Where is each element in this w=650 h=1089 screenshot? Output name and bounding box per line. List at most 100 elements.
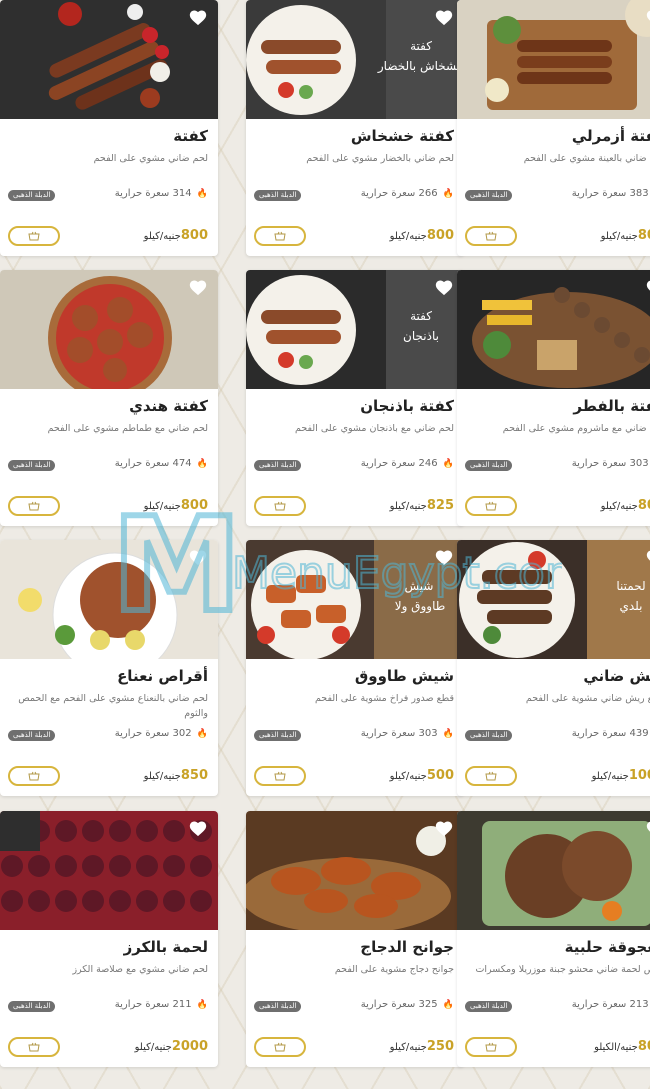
food-image: شيش طاووق ولا bbox=[246, 540, 464, 659]
price-value: 825 bbox=[426, 498, 454, 513]
status-badge: الدبلة الذهبى bbox=[254, 730, 302, 741]
calorie-value: 246 bbox=[418, 458, 438, 469]
price-unit: جنيه/كيلو bbox=[134, 1042, 172, 1053]
calorie-value: 303 bbox=[418, 728, 438, 739]
add-to-cart-button[interactable] bbox=[465, 496, 517, 516]
add-to-cart-button[interactable] bbox=[8, 226, 60, 246]
item-description: قطع ريش ضاني مشوية على الفحم bbox=[525, 693, 650, 704]
item-description: لحم ضاني مشوي مع صلاصة الكرز bbox=[72, 964, 208, 975]
menu-card[interactable]: كفتة باذنجان كفتة باذنجان لحم ضاني مع با… bbox=[246, 270, 464, 526]
add-to-cart-button[interactable] bbox=[8, 766, 60, 786]
basket-icon bbox=[274, 1042, 286, 1052]
fire-icon: 🔥 bbox=[196, 189, 208, 199]
item-description: جوانح دجاج مشوية على الفحم bbox=[334, 964, 454, 975]
calorie-value: 439 bbox=[629, 728, 649, 739]
heart-icon[interactable] bbox=[434, 548, 454, 566]
menu-card[interactable]: كفتة هندي لحم ضاني مع طماطم مشوي على الف… bbox=[0, 270, 218, 526]
add-to-cart-button[interactable] bbox=[254, 1037, 306, 1057]
calorie-value: 302 bbox=[172, 728, 192, 739]
calorie-value: 325 bbox=[418, 999, 438, 1010]
svg-text:بلدي: بلدي bbox=[619, 599, 642, 613]
calorie-info: 🔥 314 سعرة حرارية bbox=[115, 188, 208, 199]
menu-card[interactable]: كفتة لحم ضاني مشوي على الفحم 🔥 314 سعرة … bbox=[0, 0, 218, 256]
fire-icon: 🔥 bbox=[196, 729, 208, 739]
food-image: كفتة باذنجان bbox=[246, 270, 464, 389]
status-badge: الدبلة الذهبى bbox=[254, 1001, 302, 1012]
card-body: كفتة هندي لحم ضاني مع طماطم مشوي على الف… bbox=[0, 389, 218, 526]
heart-icon[interactable] bbox=[188, 548, 208, 566]
price-value: 800 bbox=[637, 498, 650, 513]
heart-icon[interactable] bbox=[188, 819, 208, 837]
item-price: 800جنيه/كيلو bbox=[601, 498, 650, 513]
calorie-value: 211 bbox=[172, 999, 192, 1010]
svg-text:كفتة: كفتة bbox=[410, 309, 432, 323]
item-price: 800جنيه/كيلو bbox=[601, 228, 650, 243]
heart-icon[interactable] bbox=[188, 278, 208, 296]
item-description: قطع صدور فراخ مشوية على الفحم bbox=[314, 693, 454, 704]
item-title: كفتة خشخاش bbox=[350, 127, 454, 145]
card-body: كفتة لحم ضاني مشوي على الفحم 🔥 314 سعرة … bbox=[0, 119, 218, 256]
item-price: 500جنيه/كيلو bbox=[390, 768, 454, 783]
menu-card[interactable]: كفتة أزمرلي لحم ضاني بالعينة مشوي على ال… bbox=[457, 0, 650, 256]
calorie-info: 🔥 383 سعرة حرارية bbox=[572, 188, 650, 199]
food-image bbox=[457, 0, 650, 119]
heart-icon[interactable] bbox=[434, 8, 454, 26]
calorie-info: 🔥 303 سعرة حرارية bbox=[361, 728, 454, 739]
basket-icon bbox=[485, 501, 497, 511]
fire-icon: 🔥 bbox=[196, 459, 208, 469]
menu-card[interactable]: أقراص نعناع لحم ضاني بالنعناع مشوي على ا… bbox=[0, 540, 218, 796]
item-price: 1000جنيه/كيلو bbox=[592, 768, 650, 783]
price-value: 800 bbox=[637, 1039, 650, 1054]
item-description: لحم ضاني مشوي على الفحم bbox=[93, 153, 208, 164]
calorie-suffix: سعرة حرارية bbox=[114, 728, 170, 739]
price-unit: جنيه/كيلو bbox=[143, 501, 181, 512]
item-description: لحم ضاني مع طماطم مشوي على الفحم bbox=[47, 423, 208, 434]
menu-card[interactable]: كفتة خشخاش بالخضار كفتة خشخاش لحم ضاني ب… bbox=[246, 0, 464, 256]
food-image bbox=[457, 270, 650, 389]
calorie-suffix: سعرة حرارية bbox=[114, 188, 170, 199]
add-to-cart-button[interactable] bbox=[254, 766, 306, 786]
fire-icon: 🔥 bbox=[442, 729, 454, 739]
heart-icon[interactable] bbox=[645, 548, 650, 566]
food-photo bbox=[0, 270, 218, 389]
price-unit: جنيه/كيلو bbox=[143, 771, 181, 782]
menu-card[interactable]: لحمة بالكرز لحم ضاني مشوي مع صلاصة الكرز… bbox=[0, 811, 218, 1067]
calorie-value: 314 bbox=[172, 188, 192, 199]
heart-icon[interactable] bbox=[434, 819, 454, 837]
status-badge: الدبلة الذهبى bbox=[465, 190, 513, 201]
card-body: ريش ضاني قطع ريش ضاني مشوية على الفحم 🔥 … bbox=[457, 659, 650, 796]
add-to-cart-button[interactable] bbox=[254, 496, 306, 516]
calorie-suffix: سعرة حرارية bbox=[571, 458, 627, 469]
card-body: كفتة باذنجان لحم ضاني مع باذنجان مشوي عل… bbox=[246, 389, 464, 526]
add-to-cart-button[interactable] bbox=[8, 496, 60, 516]
menu-card[interactable]: شيش طاووق ولا شيش طاووق قطع صدور فراخ مش… bbox=[246, 540, 464, 796]
add-to-cart-button[interactable] bbox=[8, 1037, 60, 1057]
heart-icon[interactable] bbox=[645, 8, 650, 26]
item-title: أقراص نعناع bbox=[117, 667, 208, 685]
add-to-cart-button[interactable] bbox=[465, 1037, 517, 1057]
item-description: لحم ضاني بالخضار مشوي على الفحم bbox=[306, 153, 454, 164]
calorie-info: 🔥 474 سعرة حرارية bbox=[115, 458, 208, 469]
item-description: قرص لحمة ضاني محشو جبنة موزريلا ومكسرات bbox=[475, 964, 650, 975]
heart-icon[interactable] bbox=[434, 278, 454, 296]
add-to-cart-button[interactable] bbox=[254, 226, 306, 246]
menu-grid: كفتة لحم ضاني مشوي على الفحم 🔥 314 سعرة … bbox=[0, 0, 650, 1089]
food-photo: لحمتنا بلدي bbox=[457, 540, 650, 659]
food-image bbox=[246, 811, 464, 930]
price-value: 800 bbox=[180, 228, 208, 243]
menu-card[interactable]: كفتة بالفطر لحم ضاني مع ماشروم مشوي على … bbox=[457, 270, 650, 526]
fire-icon: 🔥 bbox=[442, 189, 454, 199]
add-to-cart-button[interactable] bbox=[465, 226, 517, 246]
calorie-suffix: سعرة حرارية bbox=[114, 458, 170, 469]
heart-icon[interactable] bbox=[645, 278, 650, 296]
add-to-cart-button[interactable] bbox=[465, 766, 517, 786]
menu-card[interactable]: لحمتنا بلدي ريش ضاني قطع ريش ضاني مشوية … bbox=[457, 540, 650, 796]
basket-icon bbox=[28, 771, 40, 781]
item-title: جوانح الدجاج bbox=[360, 938, 454, 956]
menu-card[interactable]: معجوقة حلبية قرص لحمة ضاني محشو جبنة موز… bbox=[457, 811, 650, 1067]
heart-icon[interactable] bbox=[188, 8, 208, 26]
calorie-suffix: سعرة حرارية bbox=[360, 458, 416, 469]
food-image bbox=[0, 540, 218, 659]
heart-icon[interactable] bbox=[645, 819, 650, 837]
menu-card[interactable]: جوانح الدجاج جوانح دجاج مشوية على الفحم … bbox=[246, 811, 464, 1067]
